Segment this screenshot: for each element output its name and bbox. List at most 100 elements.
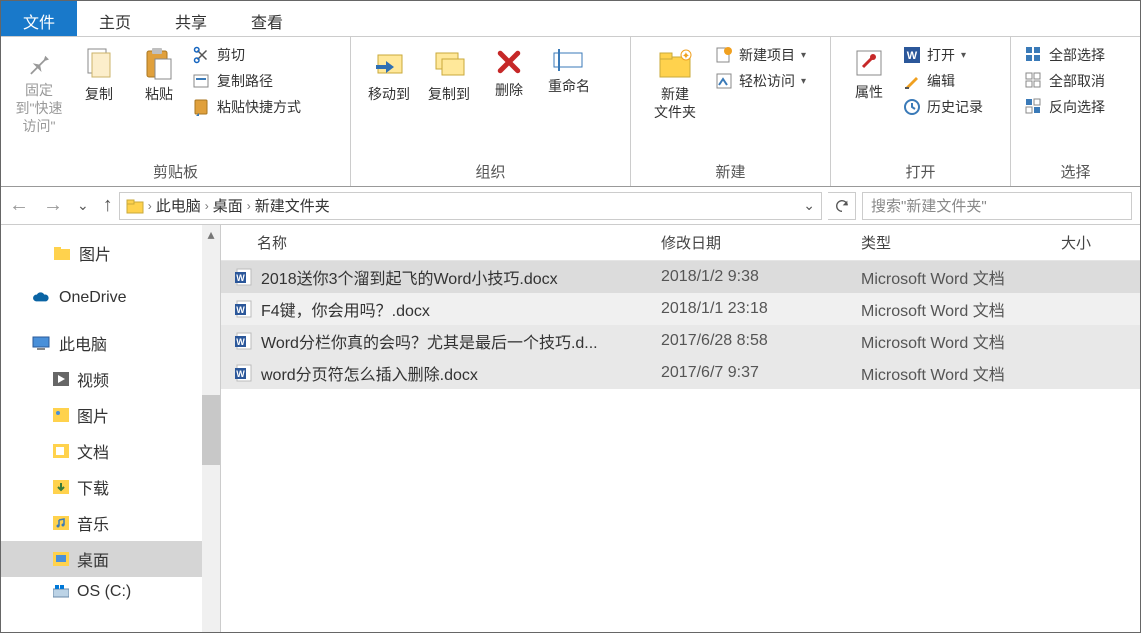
sidebar-scrollbar[interactable]: ▴ (202, 225, 220, 632)
svg-text:W: W (236, 305, 245, 315)
pasteshortcut-icon (193, 98, 211, 116)
newfolder-button[interactable]: ✦ 新建 文件夹 (639, 41, 711, 127)
pin-quickaccess-button[interactable]: 固定到"快速访问" (9, 41, 69, 142)
sidebar-item-documents[interactable]: 文档 (1, 433, 220, 469)
clipboard-group-label: 剪贴板 (9, 157, 342, 184)
desktop-icon (53, 552, 69, 566)
copyto-button[interactable]: 复制到 (419, 41, 479, 109)
forward-button[interactable]: → (43, 194, 63, 217)
sidebar-item-thispc[interactable]: 此电脑 (1, 325, 220, 361)
invertselection-button[interactable]: 反向选择 (1025, 97, 1105, 117)
column-type[interactable]: 类型 (861, 232, 1061, 253)
organize-group-label: 组织 (359, 157, 622, 184)
pictures-icon (53, 245, 71, 261)
tab-share[interactable]: 共享 (153, 1, 229, 36)
delete-icon (494, 47, 524, 77)
tab-home[interactable]: 主页 (77, 1, 153, 36)
properties-button[interactable]: 属性 (839, 41, 899, 107)
breadcrumb[interactable]: › 此电脑 › 桌面 › 新建文件夹 ⌄ (119, 192, 822, 220)
sidebar-item-videos[interactable]: 视频 (1, 361, 220, 397)
cut-button[interactable]: 剪切 (193, 45, 301, 65)
easyaccess-icon (715, 72, 733, 90)
scroll-thumb[interactable] (202, 395, 220, 465)
search-input[interactable]: 搜索"新建文件夹" (862, 192, 1132, 220)
column-headers: 名称 修改日期 类型 大小 (221, 225, 1140, 261)
sidebar-item-downloads[interactable]: 下载 (1, 469, 220, 505)
downloads-icon (53, 480, 69, 494)
delete-button[interactable]: 删除 (479, 41, 539, 105)
paste-button[interactable]: 粘贴 (129, 41, 189, 109)
word-file-icon: W (235, 268, 253, 286)
table-row[interactable]: Wword分页符怎么插入删除.docx2017/6/7 9:37Microsof… (221, 357, 1140, 389)
column-date[interactable]: 修改日期 (661, 232, 861, 253)
sidebar-item-osc[interactable]: OS (C:) (1, 577, 220, 607)
paste-icon (144, 47, 174, 81)
breadcrumb-desktop[interactable]: 桌面 (213, 195, 243, 216)
open-group-label: 打开 (839, 157, 1002, 184)
easyaccess-button[interactable]: 轻松访问▾ (715, 71, 806, 91)
rename-button[interactable]: 重命名 (539, 41, 599, 101)
onedrive-icon (31, 291, 51, 305)
breadcrumb-folder[interactable]: 新建文件夹 (255, 195, 330, 216)
tab-file[interactable]: 文件 (1, 1, 77, 36)
svg-text:W: W (236, 273, 245, 283)
sidebar-item-pictures2[interactable]: 图片 (1, 397, 220, 433)
scroll-up-icon[interactable]: ▴ (202, 225, 220, 243)
table-row[interactable]: WWord分栏你真的会吗？尤其是最后一个技巧.d...2017/6/28 8:5… (221, 325, 1140, 357)
column-size[interactable]: 大小 (1061, 232, 1140, 253)
up-button[interactable]: ↑ (103, 194, 113, 217)
copy-icon (84, 47, 114, 81)
videos-icon (53, 372, 69, 386)
edit-icon (903, 72, 921, 90)
column-name[interactable]: 名称 (221, 232, 661, 253)
refresh-button[interactable] (828, 192, 856, 220)
drive-icon (53, 585, 69, 599)
tab-bar: 文件 主页 共享 查看 (1, 1, 1140, 37)
file-list: 名称 修改日期 类型 大小 W2018送你3个溜到起飞的Word小技巧.docx… (221, 225, 1140, 632)
file-date: 2018/1/2 9:38 (661, 268, 861, 286)
table-row[interactable]: WF4键，你会用吗？.docx2018/1/1 23:18Microsoft W… (221, 293, 1140, 325)
file-type: Microsoft Word 文档 (861, 265, 1061, 289)
pasteshortcut-button[interactable]: 粘贴快捷方式 (193, 97, 301, 117)
music-icon (53, 516, 69, 530)
open-button[interactable]: W 打开▾ (903, 45, 983, 65)
file-name: F4键，你会用吗？.docx (261, 297, 430, 321)
selectall-button[interactable]: 全部选择 (1025, 45, 1105, 65)
recent-locations-button[interactable]: ⌄ (77, 197, 89, 214)
open-icon: W (903, 46, 921, 64)
tab-view[interactable]: 查看 (229, 1, 305, 36)
edit-button[interactable]: 编辑 (903, 71, 983, 91)
moveto-button[interactable]: 移动到 (359, 41, 419, 109)
newfolder-icon: ✦ (656, 47, 694, 81)
word-file-icon: W (235, 300, 253, 318)
pin-icon (24, 47, 54, 77)
file-type: Microsoft Word 文档 (861, 361, 1061, 385)
file-date: 2017/6/28 8:58 (661, 332, 861, 350)
copypath-button[interactable]: 复制路径 (193, 71, 301, 91)
moveto-icon (372, 47, 406, 81)
newitem-button[interactable]: 新建项目▾ (715, 45, 806, 65)
sidebar-item-pictures[interactable]: 图片 (1, 235, 220, 271)
history-button[interactable]: 历史记录 (903, 97, 983, 117)
back-button[interactable]: ← (9, 194, 29, 217)
svg-text:W: W (907, 50, 918, 62)
table-row[interactable]: W2018送你3个溜到起飞的Word小技巧.docx2018/1/2 9:38M… (221, 261, 1140, 293)
sidebar-item-onedrive[interactable]: OneDrive (1, 283, 220, 313)
scissors-icon (193, 46, 211, 64)
thispc-icon (31, 335, 51, 351)
select-group-label: 选择 (1019, 157, 1132, 184)
breadcrumb-dropdown[interactable]: ⌄ (803, 197, 815, 214)
breadcrumb-thispc[interactable]: 此电脑 (156, 195, 201, 216)
file-date: 2018/1/1 23:18 (661, 300, 861, 318)
sidebar-item-desktop[interactable]: 桌面 (1, 541, 220, 577)
newitem-icon (715, 46, 733, 64)
rename-icon (552, 47, 586, 73)
sidebar-item-music[interactable]: 音乐 (1, 505, 220, 541)
file-name: word分页符怎么插入删除.docx (261, 361, 478, 385)
copy-button[interactable]: 复制 (69, 41, 129, 109)
word-file-icon: W (235, 332, 253, 350)
history-icon (903, 98, 921, 116)
selectnone-button[interactable]: 全部取消 (1025, 71, 1105, 91)
chevron-right-icon: › (205, 199, 209, 213)
pictures-icon (53, 408, 69, 422)
